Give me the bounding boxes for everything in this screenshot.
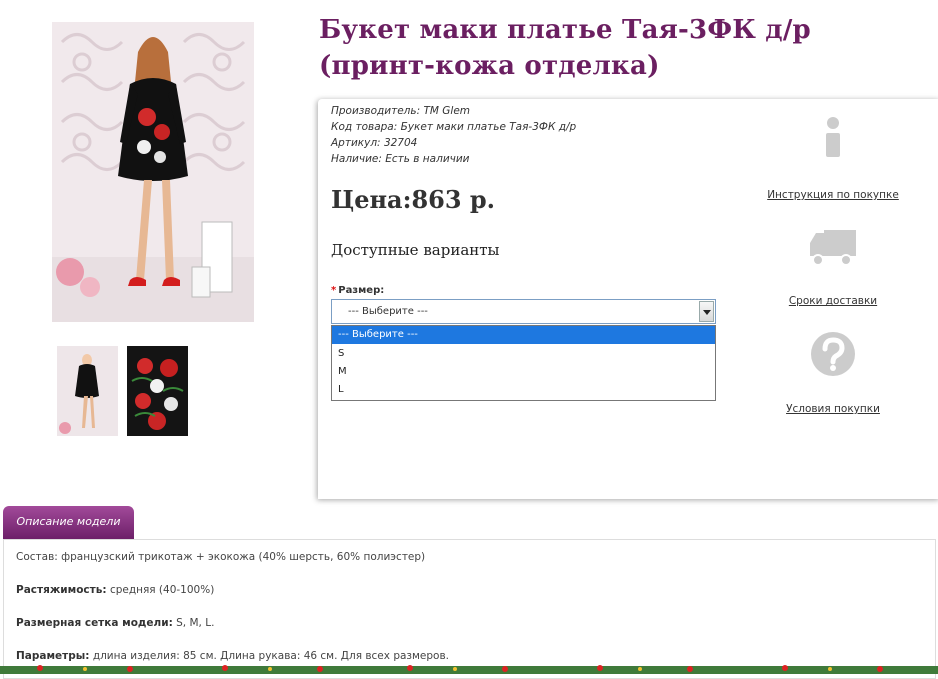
chevron-down-icon[interactable]: [699, 301, 714, 322]
size-select-value: --- Выберите ---: [348, 306, 428, 317]
stretch-value: средняя (40-100%): [109, 584, 215, 596]
size-option[interactable]: M: [332, 363, 715, 381]
product-code-line: Код товара: Букет маки платье Тая-3ФК д/…: [331, 121, 576, 133]
manufacturer-label: Производитель:: [331, 105, 421, 117]
product-main-image[interactable]: [52, 22, 254, 322]
purchase-instructions-block: Инструкция по покупке: [743, 115, 923, 201]
stretch-key: Растяжимость:: [16, 584, 107, 596]
question-icon: [811, 332, 855, 376]
size-label-text: Размер:: [338, 285, 385, 296]
sizes-line: Размерная сетка модели: S, M, L.: [16, 617, 214, 629]
purchase-conditions-block: Условия покупки: [743, 331, 923, 415]
thumbnail-illustration: [127, 346, 188, 436]
availability-label: Наличие:: [331, 153, 382, 165]
product-title: Букет маки платье Тая-3ФК д/р (принт-кож…: [319, 15, 811, 81]
composition-key: Состав:: [16, 551, 58, 563]
sizes-value: S, M, L.: [176, 617, 215, 629]
size-option[interactable]: --- Выберите ---: [332, 326, 715, 344]
params-key: Параметры:: [16, 650, 90, 662]
product-code-label: Код товара:: [331, 121, 398, 133]
size-select[interactable]: --- Выберите ---: [331, 299, 716, 324]
size-label: * Размер:: [331, 285, 384, 296]
purchase-instructions-link[interactable]: Инструкция по покупке: [743, 189, 923, 201]
truck-icon: [810, 230, 856, 266]
product-info-panel: Производитель: TM Glem Код товара: Букет…: [318, 99, 938, 499]
holiday-garland-decoration: [0, 665, 938, 674]
article-value: 32704: [383, 137, 418, 149]
delivery-terms-link[interactable]: Сроки доставки: [743, 295, 923, 307]
size-option[interactable]: L: [332, 381, 715, 399]
tab-model-description[interactable]: Описание модели: [3, 506, 134, 540]
product-photo-illustration: [52, 22, 254, 322]
composition-value: французский трикотаж + экокожа (40% шерс…: [61, 551, 426, 563]
size-option[interactable]: S: [332, 345, 715, 363]
manufacturer-line: Производитель: TM Glem: [331, 105, 470, 117]
delivery-terms-block: Сроки доставки: [743, 227, 923, 307]
availability-line: Наличие: Есть в наличии: [331, 153, 470, 165]
variants-heading: Доступные варианты: [331, 241, 500, 259]
product-price: Цена:863 р.: [331, 185, 496, 214]
composition-line: Состав: французский трикотаж + экокожа (…: [16, 551, 425, 563]
params-value: длина изделия: 85 см. Длина рукава: 46 с…: [92, 650, 449, 662]
product-code-value: Букет маки платье Тая-3ФК д/р: [400, 121, 577, 133]
availability-value: Есть в наличии: [385, 153, 470, 165]
params-line: Параметры: длина изделия: 85 см. Длина р…: [16, 650, 449, 662]
purchase-conditions-link[interactable]: Условия покупки: [743, 403, 923, 415]
product-thumbnail[interactable]: [57, 346, 118, 436]
size-dropdown-list: --- Выберите --- S M L: [331, 325, 716, 401]
product-thumbnail[interactable]: [127, 346, 188, 436]
manufacturer-value[interactable]: TM Glem: [423, 105, 470, 117]
thumbnail-illustration: [57, 346, 118, 436]
required-mark: *: [331, 285, 337, 296]
stretch-line: Растяжимость: средняя (40-100%): [16, 584, 214, 596]
article-line: Артикул: 32704: [331, 137, 417, 149]
description-panel: Состав: французский трикотаж + экокожа (…: [3, 539, 936, 679]
article-label: Артикул:: [331, 137, 381, 149]
info-icon: [826, 117, 840, 157]
sizes-key: Размерная сетка модели:: [16, 617, 173, 629]
